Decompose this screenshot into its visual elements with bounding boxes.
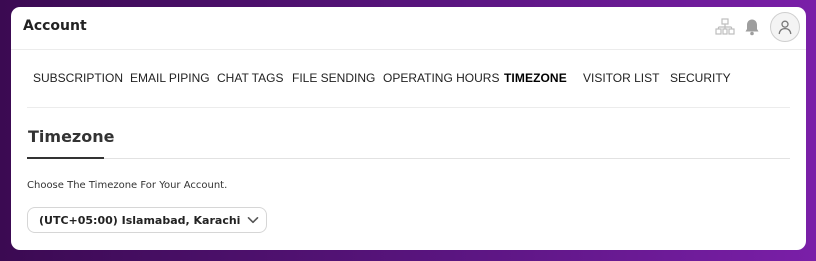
tab-file-sending[interactable]: FILE SENDING (292, 71, 375, 85)
user-avatar-icon[interactable] (770, 12, 800, 42)
section-title-underline (27, 157, 104, 159)
tab-security[interactable]: SECURITY (670, 71, 731, 85)
timezone-selected-value: (UTC+05:00) Islamabad, Karachi (39, 214, 241, 227)
section-title: Timezone (28, 127, 115, 146)
tab-email-piping[interactable]: EMAIL PIPING (130, 71, 210, 85)
account-card: Account SUBSCRIPTION EMAIL PIPING CHAT T… (11, 7, 806, 250)
tab-timezone[interactable]: TIMEZONE (504, 71, 567, 85)
section-divider (27, 158, 790, 159)
tab-operating-hours[interactable]: OPERATING HOURS (383, 71, 499, 85)
page-title: Account (23, 18, 87, 34)
tab-visitor-list[interactable]: VISITOR LIST (583, 71, 659, 85)
tab-chat-tags[interactable]: CHAT TAGS (217, 71, 283, 85)
timezone-description: Choose The Timezone For Your Account. (27, 180, 228, 191)
top-bar: Account (11, 7, 806, 50)
timezone-select[interactable]: (UTC+05:00) Islamabad, Karachi (27, 207, 267, 233)
settings-tabs: SUBSCRIPTION EMAIL PIPING CHAT TAGS FILE… (27, 67, 790, 108)
top-icons (714, 12, 800, 42)
chevron-down-icon (246, 213, 260, 227)
tab-subscription[interactable]: SUBSCRIPTION (33, 71, 123, 85)
bell-icon[interactable] (742, 16, 762, 38)
network-icon[interactable] (714, 16, 736, 38)
